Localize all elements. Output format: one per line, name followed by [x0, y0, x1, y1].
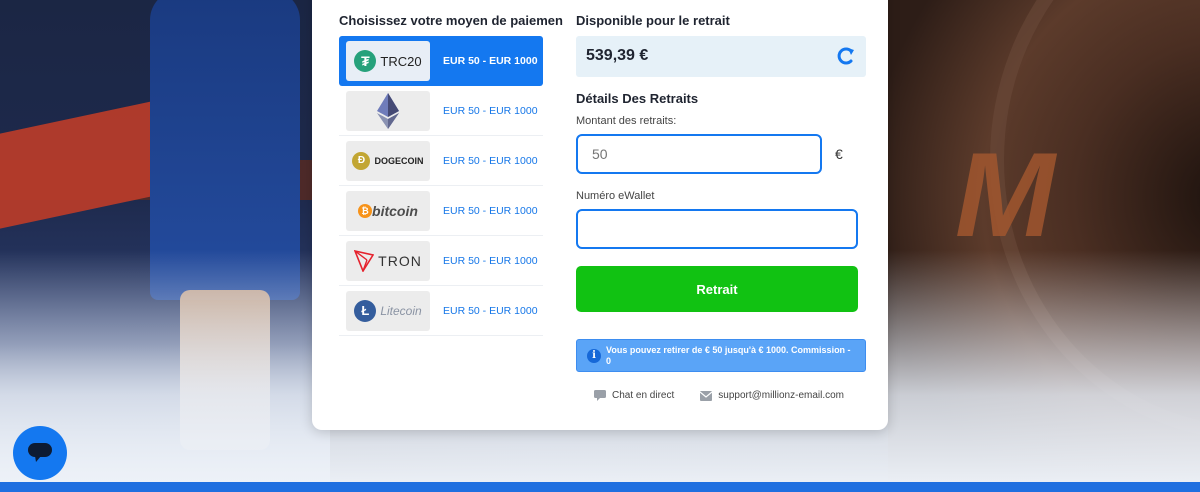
bitcoin-logo: ₿ bitcoin	[346, 190, 430, 231]
litecoin-icon: Ł	[354, 299, 377, 322]
litecoin-logo: Ł Litecoin	[346, 290, 430, 331]
info-banner: i Vous pouvez retirer de € 50 jusqu'à € …	[576, 339, 866, 372]
info-icon: i	[587, 349, 601, 363]
live-chat-label: Chat en direct	[612, 390, 675, 401]
balance-value: 539,39 €	[586, 47, 649, 64]
balance-box: 539,39 €	[576, 36, 866, 77]
methods-title: Choisissez votre moyen de paiemen	[339, 13, 563, 28]
support-email: support@millionz-email.com	[718, 390, 845, 401]
method-name: Litecoin	[380, 303, 422, 318]
details-title: Détails Des Retraits	[576, 91, 699, 106]
method-name: DOGECOIN	[374, 155, 424, 166]
withdraw-button[interactable]: Retrait	[576, 266, 858, 312]
dogecoin-logo: Ð DOGECOIN	[346, 140, 430, 181]
method-range: EUR 50 - EUR 1000	[443, 154, 538, 167]
ethereum-logo	[346, 90, 430, 131]
method-trc20[interactable]: ₮ TRC20 EUR 50 - EUR 1000	[339, 36, 543, 86]
refresh-icon[interactable]	[836, 46, 856, 66]
dogecoin-icon: Ð	[352, 151, 371, 170]
wallet-label: Numéro eWallet	[576, 190, 655, 202]
method-range: EUR 50 - EUR 1000	[443, 204, 538, 217]
method-dogecoin[interactable]: Ð DOGECOIN EUR 50 - EUR 1000	[339, 136, 543, 186]
chat-widget-button[interactable]	[13, 426, 67, 480]
brand-watermark-icon: M	[955, 128, 1055, 262]
method-name: TRC20	[380, 53, 422, 69]
info-text: Vous pouvez retirer de € 50 jusqu'à € 10…	[606, 345, 851, 366]
chat-icon	[594, 390, 606, 401]
method-bitcoin[interactable]: ₿ bitcoin EUR 50 - EUR 1000	[339, 186, 543, 236]
method-range: EUR 50 - EUR 1000	[443, 304, 538, 317]
tether-icon: ₮	[354, 50, 377, 72]
amount-label: Montant des retraits:	[576, 115, 677, 127]
live-chat-link[interactable]: Chat en direct	[594, 390, 674, 401]
method-range: EUR 50 - EUR 1000	[443, 104, 538, 117]
bottom-bar	[0, 482, 1200, 492]
method-ethereum[interactable]: EUR 50 - EUR 1000	[339, 86, 543, 136]
currency-symbol: €	[835, 146, 843, 162]
support-email-link[interactable]: support@millionz-email.com	[700, 390, 844, 401]
amount-input[interactable]	[576, 134, 822, 174]
available-title: Disponible pour le retrait	[576, 13, 730, 28]
ethereum-icon	[377, 92, 399, 129]
chat-bubble-icon	[28, 443, 52, 462]
method-name: bitcoin	[372, 202, 418, 219]
method-range: EUR 50 - EUR 1000	[443, 254, 538, 267]
method-litecoin[interactable]: Ł Litecoin EUR 50 - EUR 1000	[339, 286, 543, 336]
withdrawal-card: Choisissez votre moyen de paiemen ₮ TRC2…	[312, 0, 888, 430]
wallet-input[interactable]	[576, 209, 858, 249]
method-range: EUR 50 - EUR 1000	[443, 55, 538, 67]
support-contacts: Chat en direct support@millionz-email.co…	[594, 390, 844, 401]
tron-icon	[354, 249, 375, 272]
method-name: TRON	[378, 252, 422, 269]
mail-icon	[700, 390, 713, 401]
bitcoin-icon: ₿	[358, 203, 373, 218]
payment-methods-list: ₮ TRC20 EUR 50 - EUR 1000 EUR 50 - EUR 1…	[339, 36, 543, 336]
trc20-logo: ₮ TRC20	[346, 41, 430, 81]
method-tron[interactable]: TRON EUR 50 - EUR 1000	[339, 236, 543, 286]
tron-logo: TRON	[346, 240, 430, 281]
